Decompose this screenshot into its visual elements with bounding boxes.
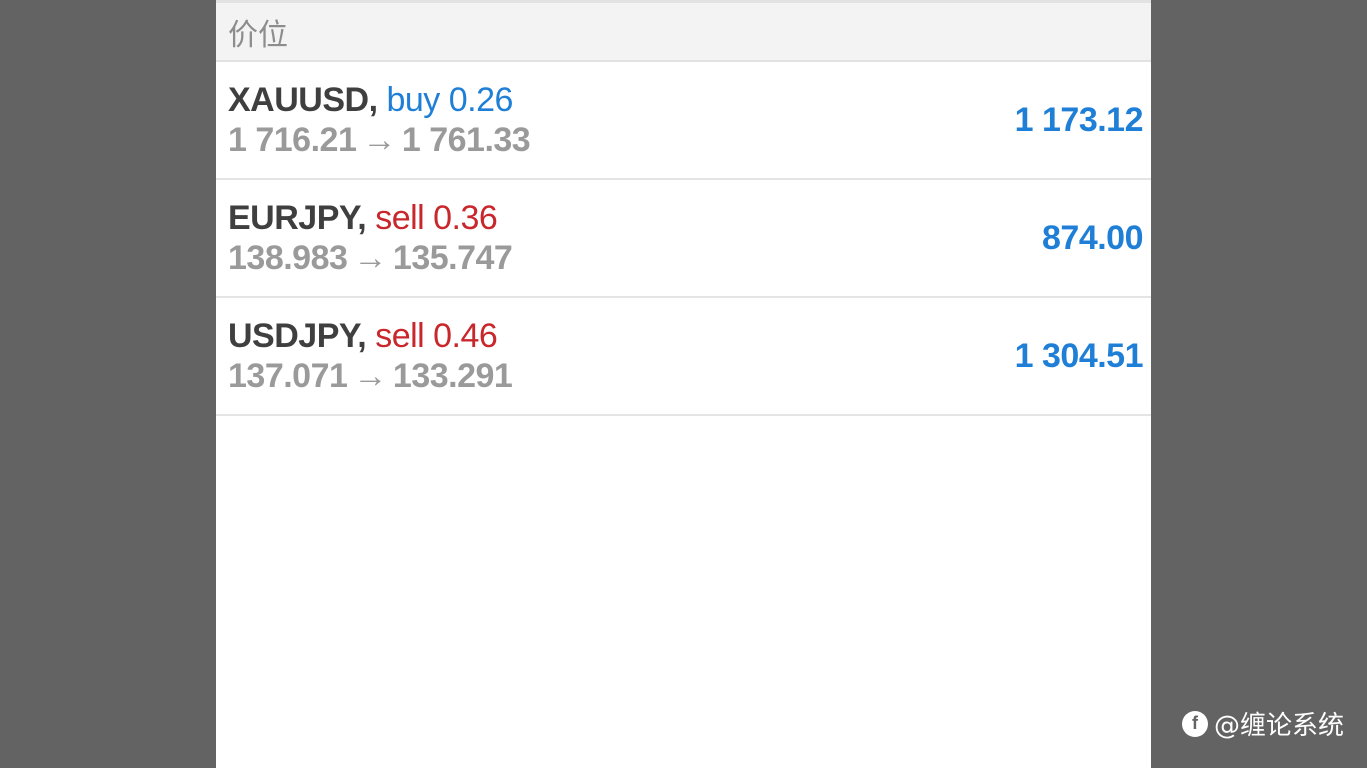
- section-header: 价位: [216, 3, 1151, 62]
- trade-symbol: EURJPY,: [228, 199, 367, 237]
- trade-title: XAUUSD, buy 0.26: [228, 80, 530, 120]
- arrow-right-icon: →: [353, 239, 387, 277]
- watermark: f @缠论系统: [1182, 705, 1344, 742]
- watermark-text: @缠论系统: [1214, 711, 1345, 741]
- open-price: 138.983: [228, 239, 348, 277]
- trade-side: sell 0.46: [375, 317, 498, 355]
- trade-title: EURJPY, sell 0.36: [228, 198, 512, 238]
- trade-prices: 137.071 → 133.291: [228, 356, 513, 396]
- trade-profit: 874.00: [1042, 219, 1144, 257]
- trade-info: EURJPY, sell 0.36 138.983 → 135.747: [228, 198, 513, 278]
- trade-symbol: XAUUSD,: [228, 81, 378, 119]
- current-price: 133.291: [392, 357, 513, 395]
- trade-info: USDJPY, sell 0.46 137.071 → 133.291: [228, 316, 513, 396]
- trade-prices: 138.983 → 135.747: [228, 238, 513, 278]
- arrow-right-icon: →: [362, 121, 396, 159]
- trade-side: buy 0.26: [386, 81, 513, 119]
- brand-logo-icon: f: [1182, 710, 1208, 737]
- arrow-right-icon: →: [353, 357, 387, 395]
- open-price: 137.071: [228, 357, 348, 395]
- trade-row[interactable]: EURJPY, sell 0.36 138.983 → 135.747 874.00: [216, 180, 1151, 298]
- trade-row[interactable]: USDJPY, sell 0.46 137.071 → 133.291 1 304.…: [216, 298, 1151, 416]
- trade-prices: 1 716.21 → 1 761.33: [228, 120, 531, 160]
- trade-title: USDJPY, sell 0.46: [228, 316, 512, 356]
- trade-profit: 1 304.51: [1014, 337, 1144, 375]
- trade-row[interactable]: XAUUSD, buy 0.26 1 716.21 → 1 761.33 1 173…: [216, 62, 1151, 180]
- trade-symbol: USDJPY,: [228, 317, 367, 355]
- current-price: 1 761.33: [401, 121, 531, 159]
- trade-panel: 价位 XAUUSD, buy 0.26 1 716.21 → 1 761.33 1 …: [216, 0, 1151, 768]
- trade-profit: 1 173.12: [1014, 101, 1144, 139]
- open-price: 1 716.21: [228, 121, 357, 159]
- trade-side: sell 0.36: [375, 199, 498, 237]
- section-title: 价位: [228, 17, 288, 53]
- trade-info: XAUUSD, buy 0.26 1 716.21 → 1 761.33: [228, 80, 531, 160]
- current-price: 135.747: [392, 239, 513, 277]
